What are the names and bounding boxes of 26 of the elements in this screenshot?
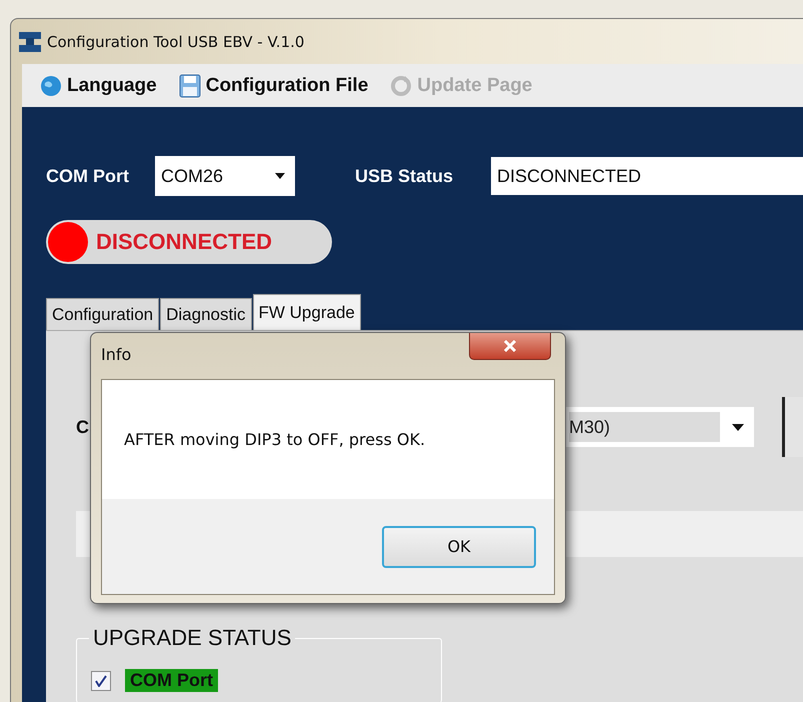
ok-button[interactable]: OK: [382, 526, 536, 568]
connection-status-indicator: DISCONNECTED: [46, 220, 332, 264]
dialog-message: AFTER moving DIP3 to OFF, press OK.: [124, 430, 426, 449]
close-icon: [503, 340, 517, 352]
app-icon: [19, 32, 41, 52]
refresh-icon: [390, 74, 412, 96]
status-item-label: COM Port: [125, 669, 218, 692]
dialog-title: Info: [101, 345, 132, 364]
window-title: Configuration Tool USB EBV - V.1.0: [47, 32, 304, 50]
dropdown-arrow-icon: [275, 173, 285, 179]
port-label: C: [76, 416, 89, 438]
usb-status-field: DISCONNECTED: [491, 157, 803, 195]
menu-item[interactable]: Configuration File: [178, 74, 368, 98]
com-port-label: COM Port: [46, 166, 129, 186]
close-button[interactable]: [469, 333, 551, 360]
usb-status-label: USB Status: [355, 166, 454, 186]
globe-icon: [40, 74, 62, 96]
button-edge[interactable]: [782, 397, 803, 457]
tab[interactable]: Configuration: [46, 298, 160, 330]
tab[interactable]: FW Upgrade: [252, 294, 361, 330]
menu-item[interactable]: Language: [40, 74, 157, 96]
tab[interactable]: Diagnostic: [160, 298, 252, 330]
checkbox[interactable]: [91, 670, 111, 690]
dropdown-arrow-icon: [732, 424, 744, 430]
check-icon: [95, 674, 107, 686]
com-port-dropdown[interactable]: COM26: [155, 156, 295, 196]
